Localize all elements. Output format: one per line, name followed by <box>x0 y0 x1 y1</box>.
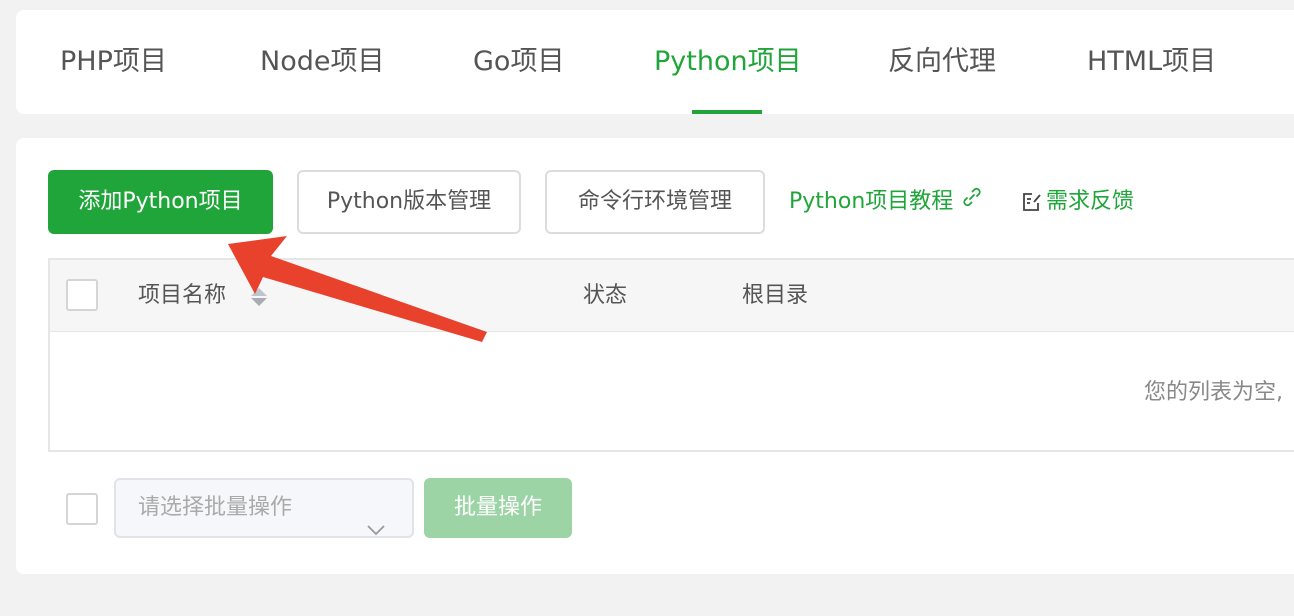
batch-select-checkbox[interactable] <box>66 493 98 525</box>
edit-note-icon <box>1023 193 1041 211</box>
cli-env-manage-button[interactable]: 命令行环境管理 <box>545 170 765 234</box>
tab-python[interactable]: Python项目 <box>654 10 802 114</box>
tab-reverse-proxy[interactable]: 反向代理 <box>888 10 996 114</box>
project-table: 项目名称 状态 根目录 您的列表为空, <box>48 258 1294 452</box>
column-project-name[interactable]: 项目名称 <box>138 260 226 332</box>
tab-go[interactable]: Go项目 <box>473 10 564 114</box>
python-project-panel: 添加Python项目 Python版本管理 命令行环境管理 Python项目教程… <box>16 138 1294 574</box>
table-header: 项目名称 状态 根目录 <box>50 260 1294 332</box>
python-tutorial-label: Python项目教程 <box>789 189 954 214</box>
python-tutorial-link[interactable]: Python项目教程 <box>789 170 983 234</box>
batch-operation-select[interactable]: 请选择批量操作 <box>114 478 414 538</box>
batch-select-placeholder: 请选择批量操作 <box>138 495 293 520</box>
feedback-label: 需求反馈 <box>1046 189 1135 214</box>
tab-html[interactable]: HTML项目 <box>1087 10 1216 114</box>
empty-list-message: 您的列表为空, <box>1144 380 1283 405</box>
sort-icon[interactable] <box>249 286 269 312</box>
tab-node[interactable]: Node项目 <box>260 10 384 114</box>
active-tab-indicator <box>692 110 762 114</box>
external-link-icon <box>961 170 983 234</box>
project-type-tabs: PHP项目 Node项目 Go项目 Python项目 反向代理 HTML项目 <box>16 10 1294 114</box>
batch-operation-button[interactable]: 批量操作 <box>424 478 572 538</box>
column-root-dir: 根目录 <box>742 283 809 308</box>
select-all-checkbox[interactable] <box>66 279 98 311</box>
python-version-manage-button[interactable]: Python版本管理 <box>297 170 521 234</box>
feedback-link[interactable]: 需求反馈 <box>1020 170 1134 234</box>
add-python-project-button[interactable]: 添加Python项目 <box>48 170 273 234</box>
chevron-down-icon <box>366 502 386 558</box>
tab-php[interactable]: PHP项目 <box>60 10 167 114</box>
column-status: 状态 <box>583 283 628 308</box>
